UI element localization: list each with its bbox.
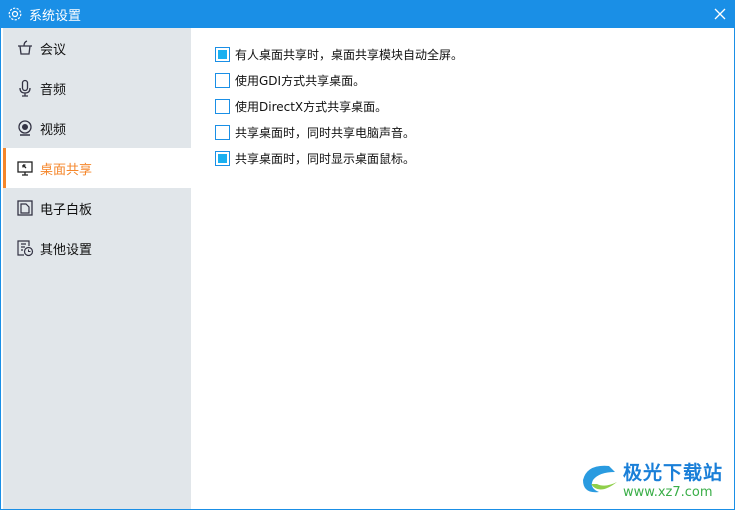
settings-window: 系统设置 会议 音频 视频 桌面共享 电子白板 其他设置 有人桌面共享时，桌面共… [0,0,735,510]
option-label: 共享桌面时，同时共享电脑声音。 [235,125,416,140]
logo-swirl-icon [583,465,617,493]
sidebar-item-video[interactable]: 视频 [3,108,191,148]
option-show-cursor[interactable]: 共享桌面时，同时显示桌面鼠标。 [215,145,463,171]
close-button[interactable] [712,6,728,22]
option-directx[interactable]: 使用DirectX方式共享桌面。 [215,93,463,119]
microphone-icon [16,79,34,97]
sidebar-item-label: 音频 [40,82,67,98]
sidebar-item-label: 其他设置 [40,242,93,258]
watermark-name: 极光下载站 [623,462,724,484]
other-settings-icon [16,239,34,257]
sidebar-item-label: 桌面共享 [40,162,93,178]
checkbox[interactable] [215,72,230,88]
option-gdi[interactable]: 使用GDI方式共享桌面。 [215,67,463,93]
checkbox[interactable] [215,46,230,62]
checkbox[interactable] [215,150,230,166]
sidebar-item-desktop-share[interactable]: 桌面共享 [3,148,191,188]
sidebar-item-audio[interactable]: 音频 [3,68,191,108]
window-title: 系统设置 [29,8,82,24]
screen-share-icon [16,159,34,177]
sidebar-item-whiteboard[interactable]: 电子白板 [3,188,191,228]
option-share-sound[interactable]: 共享桌面时，同时共享电脑声音。 [215,119,463,145]
option-label: 使用GDI方式共享桌面。 [235,73,366,88]
sidebar-item-other-settings[interactable]: 其他设置 [3,228,191,268]
sidebar-item-meeting[interactable]: 会议 [3,28,191,68]
meeting-icon [16,39,34,57]
option-label: 有人桌面共享时，桌面共享模块自动全屏。 [235,47,464,62]
sidebar-item-label: 视频 [40,122,67,138]
sidebar-item-label: 电子白板 [40,202,93,218]
sidebar-item-label: 会议 [40,42,67,58]
desktop-share-options: 有人桌面共享时，桌面共享模块自动全屏。 使用GDI方式共享桌面。 使用Direc… [215,41,463,171]
title-bar: 系统设置 [1,0,735,28]
close-icon [714,8,726,20]
watermark-logo: 极光下载站 www.xz7.com [579,458,723,500]
watermark-url: www.xz7.com [623,485,713,500]
gear-icon [7,6,23,22]
whiteboard-icon [16,199,34,217]
sidebar: 会议 音频 视频 桌面共享 电子白板 其他设置 [3,28,191,509]
option-label: 共享桌面时，同时显示桌面鼠标。 [235,151,416,166]
checkbox[interactable] [215,98,230,114]
option-auto-fullscreen[interactable]: 有人桌面共享时，桌面共享模块自动全屏。 [215,41,463,67]
camera-icon [16,119,34,137]
checkbox[interactable] [215,124,230,140]
option-label: 使用DirectX方式共享桌面。 [235,99,388,114]
